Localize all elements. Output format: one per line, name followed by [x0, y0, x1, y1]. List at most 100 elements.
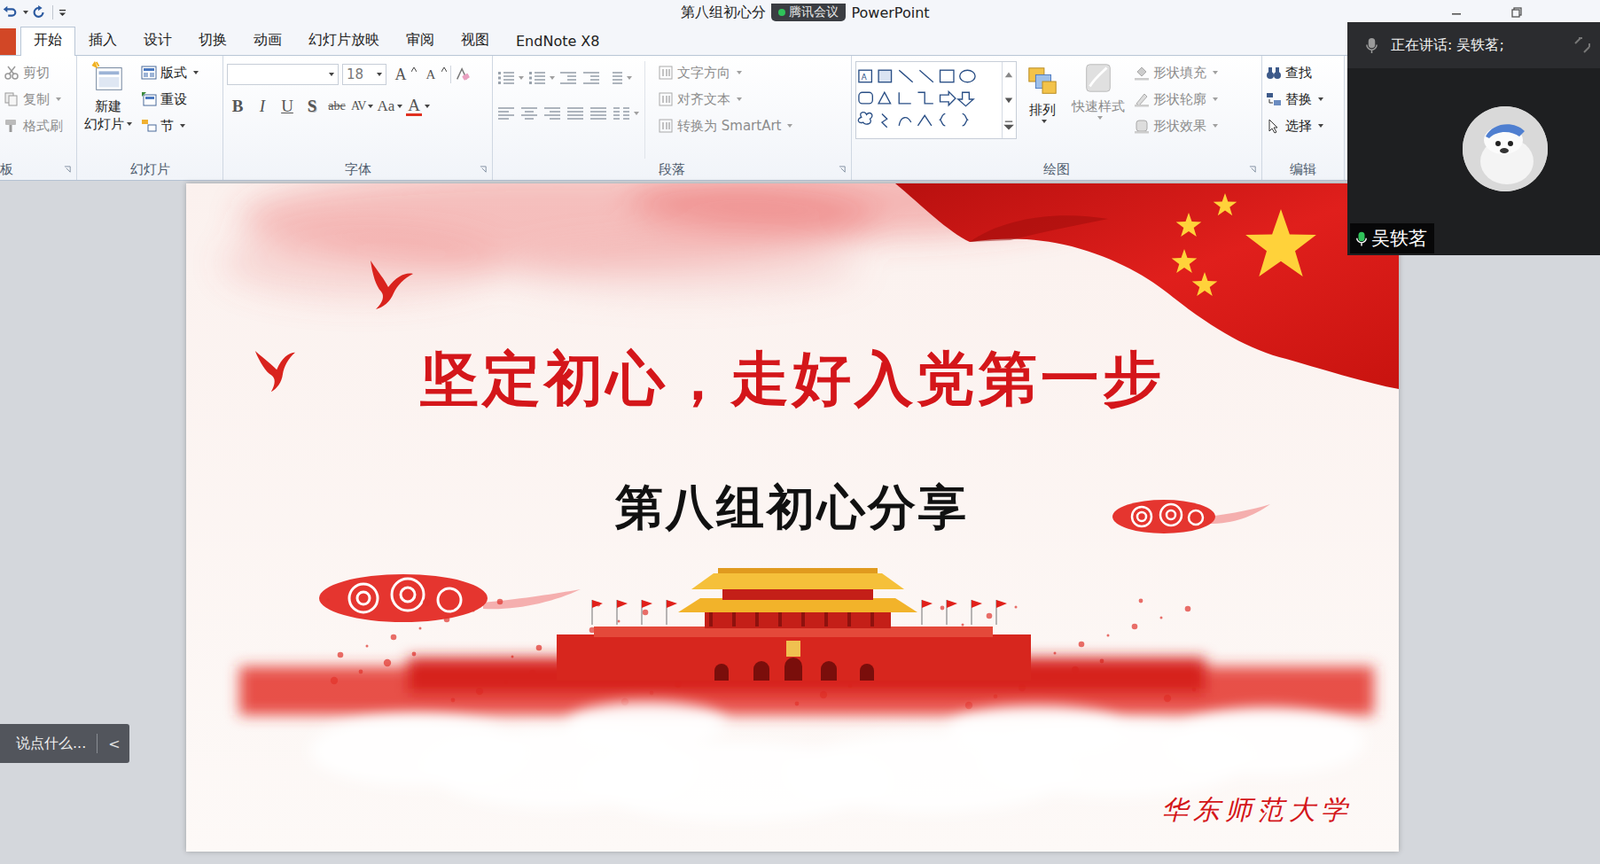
- font-format-button[interactable]: A: [405, 94, 430, 118]
- paragraph-button[interactable]: [565, 101, 586, 125]
- font-format-button[interactable]: S: [301, 94, 323, 118]
- video-tile[interactable]: 吴轶茗: [1347, 68, 1600, 256]
- paragraph-button[interactable]: [611, 101, 640, 125]
- shape-format-button[interactable]: 形状轮廓: [1133, 87, 1218, 111]
- ribbon-tab[interactable]: 幻灯片放映: [295, 26, 393, 55]
- slide-footer[interactable]: 华东师范大学: [1161, 792, 1353, 829]
- font-format-button[interactable]: B: [226, 94, 249, 118]
- paragraph-option[interactable]: 文字方向: [657, 61, 793, 85]
- arrange-button[interactable]: 排列: [1022, 61, 1063, 159]
- dropdown-icon: [328, 72, 335, 77]
- paragraph-option[interactable]: 对齐文本: [657, 87, 793, 111]
- shapes-icon: A: [856, 62, 1002, 137]
- microphone-icon[interactable]: [1365, 37, 1379, 55]
- paragraph-group: 文字方向对齐文本转换为 SmartArt 段落: [492, 55, 852, 180]
- group-label: 编辑: [1262, 158, 1344, 180]
- paragraph-button[interactable]: [581, 66, 601, 90]
- ribbon-tab[interactable]: 视图: [447, 26, 503, 55]
- slides-button[interactable]: 版式: [140, 61, 199, 85]
- ribbon-tab[interactable]: 动画: [240, 26, 296, 55]
- scroll-up-icon[interactable]: [1002, 62, 1015, 88]
- dropdown-icon: [193, 70, 199, 75]
- slide-subtitle[interactable]: 第八组初心分享: [615, 478, 969, 539]
- clipboard-button[interactable]: 剪切: [3, 61, 73, 85]
- auspicious-cloud-icon: [1112, 499, 1271, 534]
- clipboard-button[interactable]: 复制: [3, 87, 73, 111]
- paragraph-button[interactable]: [519, 101, 539, 125]
- font-row: 18AA: [226, 62, 489, 86]
- dialog-launcher-icon[interactable]: [1248, 165, 1257, 174]
- dropdown-icon: [1041, 119, 1047, 124]
- file-button[interactable]: [0, 28, 16, 55]
- paragraph-button[interactable]: [496, 101, 516, 125]
- ribbon-tab[interactable]: EndNote X8: [502, 28, 614, 55]
- dialog-launcher-icon[interactable]: [63, 165, 72, 174]
- undo-icon[interactable]: [1, 4, 18, 21]
- size-arrow-icon: [411, 67, 417, 72]
- paragraph-button[interactable]: [542, 101, 562, 125]
- redo-icon[interactable]: [31, 4, 47, 21]
- paragraph-tools: [496, 61, 640, 159]
- paragraph-button[interactable]: [558, 66, 578, 90]
- scroll-down-icon[interactable]: [1002, 87, 1015, 114]
- group-label: 绘图: [851, 158, 1262, 180]
- shapes-gallery[interactable]: A: [855, 61, 1017, 140]
- dropdown-icon: [376, 72, 383, 77]
- slide-title[interactable]: 坚定初心，走好入党第一步: [420, 343, 1165, 417]
- chat-input[interactable]: 说点什么... <: [0, 724, 130, 764]
- ribbon-tab[interactable]: 设计: [130, 26, 186, 55]
- slides-button[interactable]: 节: [140, 114, 199, 138]
- customize-toolbar-icon[interactable]: [58, 7, 67, 18]
- slides-button[interactable]: 重设: [140, 87, 199, 111]
- clear-formatting-icon[interactable]: [454, 66, 471, 83]
- paragraph-button[interactable]: [496, 66, 524, 90]
- font-format-button[interactable]: AV: [351, 94, 374, 118]
- shape-format-button[interactable]: 形状填充: [1133, 61, 1218, 85]
- font-format-button[interactable]: abc: [326, 94, 348, 118]
- minimize-icon[interactable]: [1449, 5, 1464, 20]
- numbering-icon: [527, 70, 547, 86]
- scissors-icon: [3, 64, 20, 81]
- align-text-icon: [657, 91, 674, 108]
- restore-icon[interactable]: [1509, 5, 1524, 20]
- paragraph-option[interactable]: 转换为 SmartArt: [657, 114, 793, 138]
- ribbon-tab[interactable]: 开始: [20, 26, 76, 56]
- dialog-launcher-icon[interactable]: [838, 165, 847, 174]
- shrink-font-button[interactable]: A: [420, 62, 447, 86]
- font-format-button[interactable]: I: [251, 94, 274, 118]
- shape-format-button[interactable]: 形状效果: [1133, 114, 1218, 138]
- dialog-launcher-icon[interactable]: [479, 165, 488, 174]
- ribbon-tab[interactable]: 插入: [75, 26, 131, 55]
- paragraph-button[interactable]: [527, 66, 555, 90]
- expand-icon[interactable]: [1573, 36, 1592, 55]
- ribbon-tab[interactable]: 审阅: [392, 26, 448, 55]
- group-label: 段落: [492, 158, 851, 180]
- editing-button[interactable]: 替换: [1265, 87, 1341, 111]
- cursor-icon: [1265, 117, 1282, 134]
- paragraph-button[interactable]: [588, 101, 609, 125]
- clipboard-group: 剪切复制格式刷板: [0, 55, 78, 180]
- meeting-badge[interactable]: 腾讯会议: [771, 3, 846, 22]
- editing-button[interactable]: 查找: [1265, 61, 1341, 85]
- quick-styles-button[interactable]: 快速样式: [1068, 61, 1129, 159]
- grow-font-button[interactable]: A: [390, 62, 417, 86]
- powerpoint-window: 第八组初心分腾讯会议PowerPoint开始插入设计切换动画幻灯片放映审阅视图E…: [0, 0, 1600, 864]
- font-size-field[interactable]: 18: [342, 63, 387, 86]
- new-slide-button[interactable]: 新建幻灯片: [80, 61, 136, 159]
- gallery-more-icon[interactable]: [1002, 112, 1015, 139]
- auspicious-cloud-icon: [319, 574, 581, 623]
- font-name-field[interactable]: [226, 63, 339, 86]
- chat-placeholder[interactable]: 说点什么...: [15, 734, 86, 754]
- ribbon-tab[interactable]: 切换: [185, 26, 241, 55]
- font-format-button[interactable]: Aa: [376, 94, 403, 118]
- font-format-button[interactable]: U: [276, 94, 298, 118]
- paragraph-button[interactable]: [604, 66, 633, 90]
- title-text: 第八组初心分: [680, 3, 766, 23]
- collapse-button[interactable]: <: [108, 735, 120, 753]
- microphone-icon: [1355, 230, 1368, 248]
- text-direction-icon: [657, 64, 674, 81]
- editing-button[interactable]: 选择: [1265, 114, 1341, 138]
- dropdown-icon[interactable]: [23, 10, 29, 15]
- slide[interactable]: 坚定初心，走好入党第一步第八组初心分享华东师范大学: [186, 183, 1399, 852]
- clipboard-button[interactable]: 格式刷: [3, 114, 73, 138]
